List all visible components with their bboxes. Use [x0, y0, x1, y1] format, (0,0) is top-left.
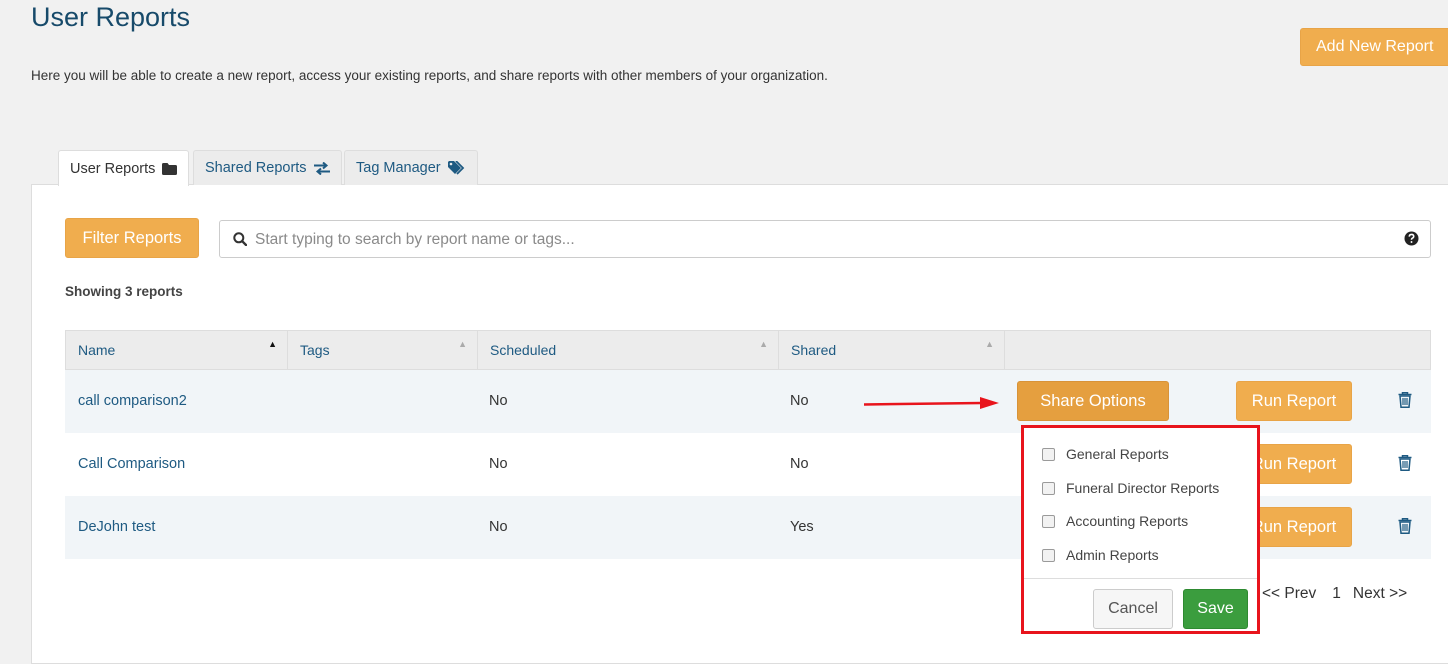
tab-label: Shared Reports: [205, 160, 307, 176]
sort-asc-icon: ▲: [268, 339, 277, 349]
checkbox[interactable]: [1042, 514, 1055, 528]
share-option-funeral-director[interactable]: Funeral Director Reports: [1042, 477, 1219, 499]
checkbox[interactable]: [1042, 447, 1055, 461]
sort-icon: ▲: [759, 339, 768, 349]
column-header-tags[interactable]: Tags ▲: [288, 331, 478, 369]
option-label: General Reports: [1066, 446, 1169, 462]
add-new-report-button[interactable]: Add New Report: [1300, 28, 1448, 66]
scheduled-value: No: [489, 456, 508, 472]
column-header-scheduled[interactable]: Scheduled ▲: [478, 331, 779, 369]
sort-icon: ▲: [458, 339, 467, 349]
option-label: Funeral Director Reports: [1066, 480, 1220, 496]
share-options-button[interactable]: Share Options: [1017, 381, 1169, 421]
checkbox[interactable]: [1042, 481, 1055, 495]
table-header: Name ▲ Tags ▲ Scheduled ▲ Shared ▲: [65, 330, 1431, 370]
page-title: User Reports: [31, 2, 191, 32]
run-report-button[interactable]: Run Report: [1236, 381, 1352, 421]
scheduled-value: No: [489, 393, 508, 409]
report-name-link[interactable]: DeJohn test: [78, 496, 155, 559]
folder-icon: [162, 162, 178, 175]
tags-icon: [447, 161, 466, 175]
trash-icon[interactable]: [1398, 518, 1412, 539]
checkbox[interactable]: [1042, 548, 1055, 562]
report-name-link[interactable]: call comparison2: [78, 370, 187, 433]
option-label: Accounting Reports: [1066, 513, 1189, 529]
report-name-link[interactable]: Call Comparison: [78, 433, 185, 496]
page-number[interactable]: 1: [1332, 585, 1341, 603]
search-input[interactable]: [253, 227, 1387, 253]
column-label: Shared: [791, 342, 837, 358]
shared-value: Yes: [790, 519, 814, 535]
sort-icon: ▲: [985, 339, 994, 349]
menu-divider: [1024, 578, 1257, 579]
tab-shared-reports[interactable]: Shared Reports: [193, 150, 342, 185]
column-label: Tags: [300, 342, 330, 358]
next-page-link[interactable]: Next >>: [1353, 585, 1407, 603]
cancel-button[interactable]: Cancel: [1093, 589, 1173, 629]
tab-label: User Reports: [70, 160, 156, 177]
trash-icon[interactable]: [1398, 455, 1412, 476]
search-icon: [233, 232, 248, 251]
share-option-general[interactable]: General Reports: [1042, 443, 1169, 465]
column-label: Scheduled: [490, 342, 557, 358]
table-row: call comparison2 No No Run Report: [65, 370, 1431, 433]
help-icon[interactable]: [1404, 231, 1419, 251]
tab-label: Tag Manager: [356, 160, 441, 176]
pagination: << Prev 1 Next >>: [1262, 585, 1407, 603]
column-header-name[interactable]: Name ▲: [66, 331, 288, 369]
share-option-admin[interactable]: Admin Reports: [1042, 544, 1159, 566]
option-label: Admin Reports: [1066, 547, 1159, 563]
scheduled-value: No: [489, 519, 508, 535]
page-intro: Here you will be able to create a new re…: [31, 68, 828, 83]
annotation-arrow: [862, 395, 1002, 416]
prev-page-link[interactable]: << Prev: [1262, 585, 1316, 603]
report-count: Showing 3 reports: [65, 284, 183, 299]
share-option-accounting[interactable]: Accounting Reports: [1042, 510, 1188, 532]
share-options-menu: General Reports Funeral Director Reports…: [1021, 425, 1260, 634]
filter-reports-button[interactable]: Filter Reports: [65, 218, 199, 258]
search-box: [219, 220, 1431, 258]
column-label: Name: [78, 342, 116, 358]
exchange-icon: [313, 161, 330, 175]
shared-value: No: [790, 456, 809, 472]
trash-icon[interactable]: [1398, 392, 1412, 413]
save-button[interactable]: Save: [1183, 589, 1248, 629]
shared-value: No: [790, 393, 809, 409]
tab-user-reports[interactable]: User Reports: [58, 150, 190, 186]
column-header-shared[interactable]: Shared ▲: [779, 331, 1005, 369]
tab-tag-manager[interactable]: Tag Manager: [344, 150, 478, 185]
